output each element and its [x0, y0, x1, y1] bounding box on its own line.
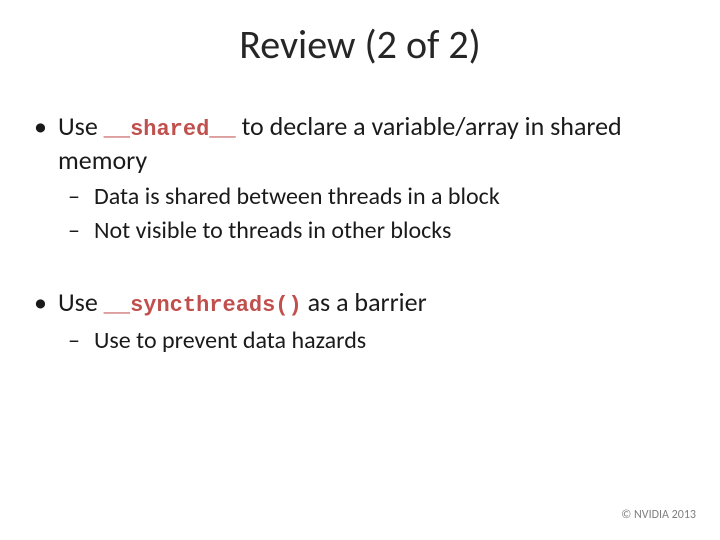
sub-bullet-list: Use to prevent data hazards: [58, 326, 690, 356]
sub-bullet-item: Data is shared between threads in a bloc…: [94, 182, 690, 212]
bullet-text-prefix: Use: [58, 286, 104, 318]
slide-content: Use __shared__ to declare a variable/arr…: [30, 110, 690, 368]
sub-bullet-item: Use to prevent data hazards: [94, 326, 690, 356]
slide-title: Review (2 of 2): [0, 20, 720, 69]
bullet-item-shared: Use __shared__ to declare a variable/arr…: [58, 110, 690, 246]
sub-bullet-item: Not visible to threads in other blocks: [94, 216, 690, 246]
bullet-text-suffix: as a barrier: [302, 286, 427, 318]
bullet-item-syncthreads: Use __syncthreads() as a barrier Use to …: [58, 286, 690, 356]
footer-copyright: © NVIDIA 2013: [621, 508, 696, 522]
code-keyword-shared: __shared__: [104, 117, 236, 142]
spacer: [58, 258, 690, 286]
bullet-list: Use __shared__ to declare a variable/arr…: [30, 110, 690, 356]
sub-bullet-list: Data is shared between threads in a bloc…: [58, 182, 690, 246]
bullet-text-prefix: Use: [58, 110, 104, 142]
code-keyword-syncthreads: __syncthreads(): [104, 293, 302, 318]
slide: Review (2 of 2) Use __shared__ to declar…: [0, 0, 720, 540]
